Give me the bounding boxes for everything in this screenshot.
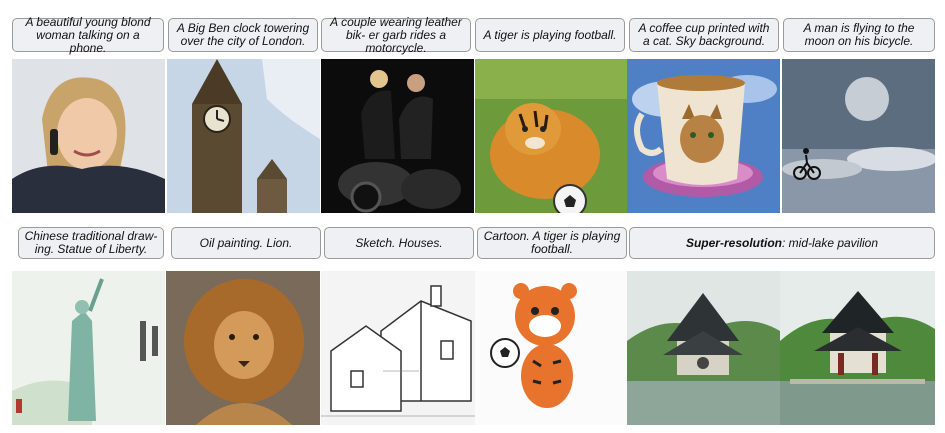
caption-cartoon-tiger: Cartoon. A tiger is playing football. — [477, 227, 627, 259]
caption-houses-sketch: Sketch. Houses. — [324, 227, 474, 259]
caption-bicycle-moon: A man is flying to the moon on his bicyc… — [783, 18, 935, 52]
caption-coffee-cup: A coffee cup printed with a cat. Sky bac… — [629, 18, 779, 52]
caption-woman-phone: A beautiful young blond woman talking on… — [12, 15, 164, 54]
image-man-bicycle-moon — [782, 59, 935, 213]
image-couple-motorcycle — [321, 59, 474, 213]
image-big-ben — [167, 59, 320, 213]
caption-tiger-football: A tiger is playing football. — [475, 18, 625, 52]
image-tiger-football — [475, 59, 628, 213]
image-cartoon-tiger — [475, 271, 627, 425]
image-statue-of-liberty-ink — [12, 271, 165, 425]
caption-lion-oil: Oil painting. Lion. — [171, 227, 321, 259]
caption-super-resolution: Super-resolution: mid-lake pavilion — [629, 227, 935, 259]
caption-big-ben: A Big Ben clock towering over the city o… — [168, 18, 318, 52]
image-woman-on-phone — [12, 59, 165, 213]
image-pavilion-high-res — [780, 271, 935, 425]
caption-statue-of-liberty: Chinese traditional draw- ing. Statue of… — [18, 227, 164, 259]
image-houses-sketch — [321, 271, 475, 425]
image-pavilion-low-res — [627, 271, 780, 425]
caption-motorcycle: A couple wearing leather bik- er garb ri… — [321, 15, 471, 54]
image-cat-coffee-cup — [627, 59, 780, 213]
image-lion-oil — [166, 271, 320, 425]
super-resolution-label: Super-resolution — [685, 235, 782, 250]
